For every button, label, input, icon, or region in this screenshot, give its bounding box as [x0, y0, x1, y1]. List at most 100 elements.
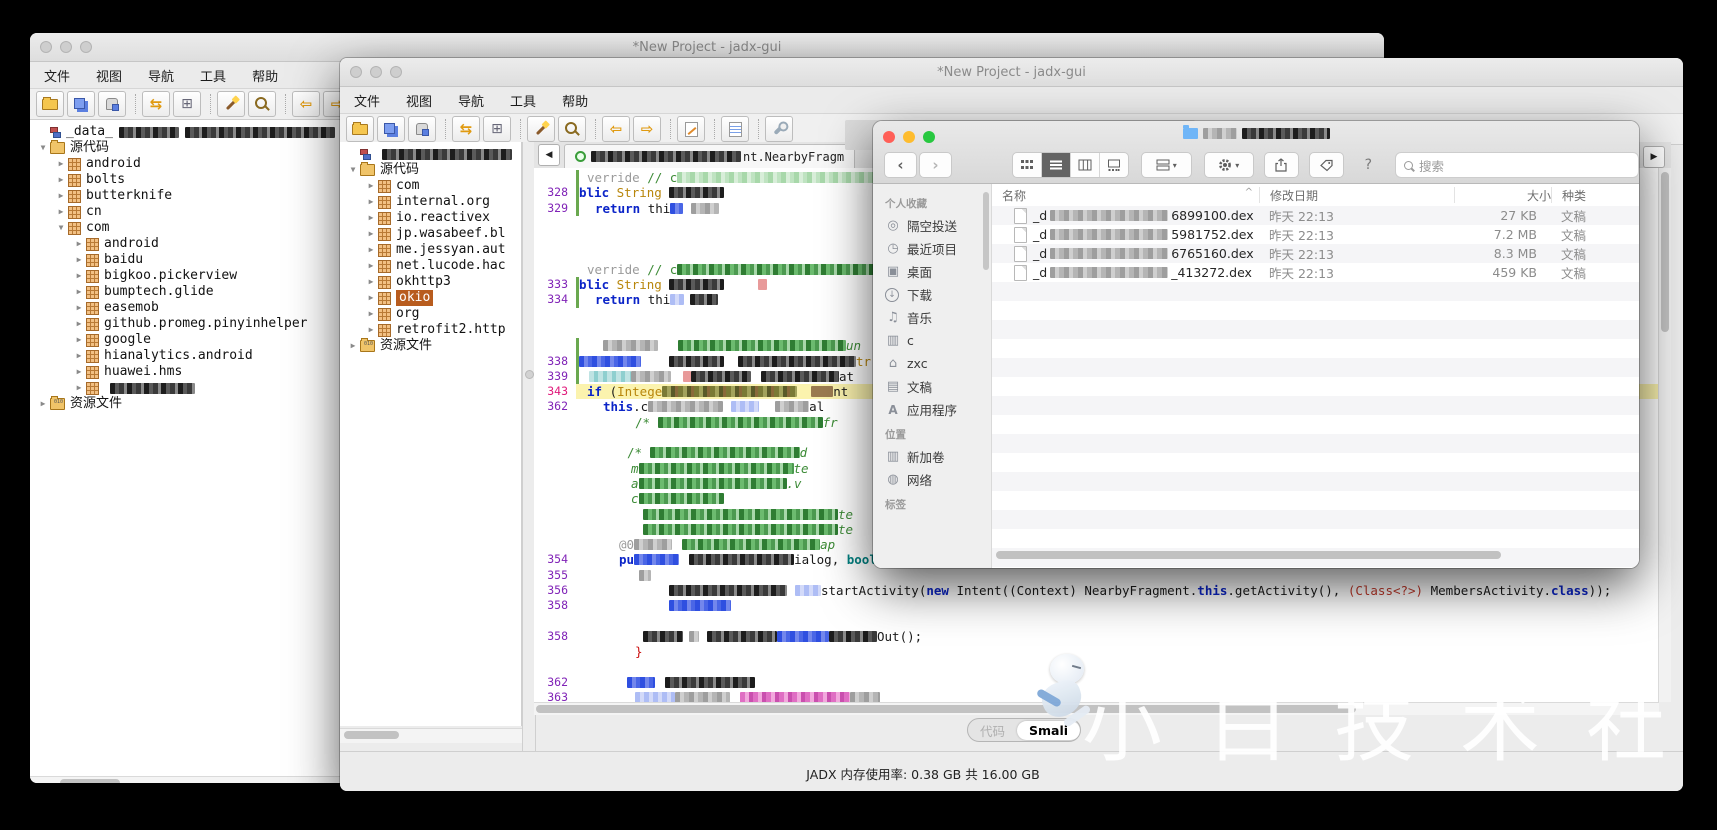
sidebar-item-c[interactable]: ▥ c [873, 329, 991, 352]
sidebar-item-最近项目[interactable]: ◷ 最近项目 [873, 237, 991, 260]
expander-expanded-icon[interactable]: ▼ [36, 140, 50, 156]
save-button[interactable] [408, 116, 436, 142]
sidebar-item-隔空投送[interactable]: ◎ 隔空投送 [873, 214, 991, 237]
expander-collapsed-icon[interactable]: ▶ [72, 380, 86, 396]
expander-collapsed-icon[interactable]: ▶ [54, 156, 68, 172]
titlebar[interactable]: *New Project - jadx-gui [340, 58, 1683, 87]
sidebar-item-网络[interactable]: ◍ 网络 [873, 468, 991, 491]
search-button[interactable] [558, 116, 586, 142]
expander-collapsed-icon[interactable]: ▶ [364, 178, 378, 194]
preferences-button[interactable] [765, 116, 793, 142]
file-row-0[interactable]: _d 6899100.dex 昨天 22:13 27 KB 文稿 [992, 206, 1639, 225]
expander-collapsed-icon[interactable]: ▶ [72, 252, 86, 268]
expander-collapsed-icon[interactable]: ▶ [364, 210, 378, 226]
tree-item-资源文件[interactable]: ▶ 资源文件 [340, 336, 521, 354]
group-button[interactable]: ▾ [1141, 152, 1192, 178]
finder-window[interactable]: ‹ › ▾ ▾ ? 搜索 个人收藏 ◎ 隔空投送 ◷ 最近项目 ▣ 桌面 ↓ 下… [873, 121, 1639, 568]
tree-item-io-reactivex[interactable]: ▶ io.reactivex [340, 210, 521, 226]
close-button[interactable] [40, 41, 52, 53]
column-view-button[interactable] [1071, 153, 1101, 177]
help-button[interactable]: ? [1358, 154, 1379, 176]
tree-item-internal-org[interactable]: ▶ internal.org [340, 194, 521, 210]
expander-collapsed-icon[interactable]: ▶ [72, 236, 86, 252]
tree-item-okhttp3[interactable]: ▶ okhttp3 [340, 274, 521, 290]
tab-nearbyfragment[interactable]: nt.NearbyFragm [564, 143, 856, 169]
expander-collapsed-icon[interactable]: ▶ [72, 348, 86, 364]
tree-item-jp-wasabeef-bl[interactable]: ▶ jp.wasabeef.bl [340, 226, 521, 242]
sidebar-item-音乐[interactable]: ♫ 音乐 [873, 306, 991, 329]
back-button[interactable]: ‹ [884, 152, 917, 178]
tree-item-源代码[interactable]: ▼ 源代码 [340, 162, 521, 178]
menu-item-1[interactable]: 视图 [96, 66, 122, 85]
wand-button[interactable] [217, 91, 245, 117]
back-button[interactable]: ⇦ [292, 91, 320, 117]
action-button[interactable]: ▾ [1203, 152, 1254, 178]
tree-item-org[interactable]: ▶ org [340, 306, 521, 322]
save-button[interactable] [98, 91, 126, 117]
tree-item-net-lucode-hac[interactable]: ▶ net.lucode.hac [340, 258, 521, 274]
expander-collapsed-icon[interactable]: ▶ [364, 274, 378, 290]
expander-expanded-icon[interactable]: ▼ [346, 162, 360, 178]
rename-button[interactable] [677, 116, 705, 142]
expander-collapsed-icon[interactable]: ▶ [72, 300, 86, 316]
minimize-button[interactable] [60, 41, 72, 53]
sync-button[interactable]: ⇆ [452, 116, 480, 142]
close-button[interactable] [350, 66, 362, 78]
tree-horizontal-scrollbar[interactable] [340, 728, 522, 743]
menu-item-1[interactable]: 视图 [406, 91, 432, 110]
zoom-button[interactable] [390, 66, 402, 78]
expander-collapsed-icon[interactable]: ▶ [72, 284, 86, 300]
finder-horizontal-scrollbar[interactable] [996, 551, 1631, 559]
search-button[interactable] [248, 91, 276, 117]
tree-item-okio[interactable]: ▶ okio [340, 290, 521, 306]
expander-collapsed-icon[interactable]: ▶ [54, 188, 68, 204]
sidebar-item-文稿[interactable]: ▤ 文稿 [873, 375, 991, 398]
sidebar-item-应用程序[interactable]: A 应用程序 [873, 398, 991, 421]
expander-expanded-icon[interactable]: ▼ [54, 220, 68, 236]
sidebar-scrollbar[interactable] [983, 192, 989, 270]
finder-titlebar[interactable]: ‹ › ▾ ▾ ? 搜索 [873, 121, 1639, 184]
column-header-1[interactable]: 修改日期 [1260, 187, 1454, 204]
column-header-0[interactable]: 名称 ^ [992, 187, 1259, 204]
expander-collapsed-icon[interactable]: ▶ [54, 204, 68, 220]
expander-collapsed-icon[interactable]: ▶ [364, 306, 378, 322]
scrollbar-thumb[interactable] [60, 779, 120, 783]
code-view-button[interactable]: 代码 [968, 719, 1017, 741]
expander-collapsed-icon[interactable]: ▶ [72, 332, 86, 348]
expander-collapsed-icon[interactable]: ▶ [364, 242, 378, 258]
expander-collapsed-icon[interactable]: ▶ [72, 268, 86, 284]
menu-item-2[interactable]: 导航 [148, 66, 174, 85]
icon-view-button[interactable] [1013, 153, 1042, 177]
zoom-button[interactable] [80, 41, 92, 53]
column-header-2[interactable]: 大小 [1455, 187, 1551, 204]
file-row-2[interactable]: _d 6765160.dex 昨天 22:13 8.3 MB 文稿 [992, 244, 1639, 263]
menu-item-3[interactable]: 工具 [200, 66, 226, 85]
scrollbar-thumb[interactable] [996, 551, 1501, 559]
scrollbar-thumb[interactable] [344, 731, 399, 739]
deobf-button[interactable]: ⊞ [173, 91, 201, 117]
expander-collapsed-icon[interactable]: ▶ [364, 226, 378, 242]
forward-button[interactable]: › [918, 152, 952, 178]
tag-button[interactable] [1308, 152, 1344, 178]
wand-button[interactable] [527, 116, 555, 142]
menu-item-2[interactable]: 导航 [458, 91, 484, 110]
tree-item-com[interactable]: ▶ com [340, 178, 521, 194]
open-folder-button[interactable] [346, 116, 374, 142]
gallery-view-button[interactable] [1100, 153, 1128, 177]
file-row-3[interactable]: _d _413272.dex 昨天 22:13 459 KB 文稿 [992, 263, 1639, 282]
sidebar-item-新加卷[interactable]: ▥ 新加卷 [873, 445, 991, 468]
expander-collapsed-icon[interactable]: ▶ [72, 316, 86, 332]
sidebar-item-下载[interactable]: ↓ 下载 [873, 283, 991, 306]
expander-collapsed-icon[interactable]: ▶ [364, 290, 378, 306]
tab-scroll-right-button[interactable]: ▶ [1643, 146, 1665, 168]
expander-collapsed-icon[interactable]: ▶ [364, 258, 378, 274]
expander-collapsed-icon[interactable]: ▶ [54, 172, 68, 188]
sidebar-item-桌面[interactable]: ▣ 桌面 [873, 260, 991, 283]
menu-item-3[interactable]: 工具 [510, 91, 536, 110]
expander-collapsed-icon[interactable]: ▶ [72, 364, 86, 380]
tree-item-me-jessyan-aut[interactable]: ▶ me.jessyan.aut [340, 242, 521, 258]
log-button[interactable] [721, 116, 749, 142]
open-folder-button[interactable] [36, 91, 64, 117]
save-all-button[interactable] [377, 116, 405, 142]
forward-button[interactable]: ⇨ [633, 116, 661, 142]
